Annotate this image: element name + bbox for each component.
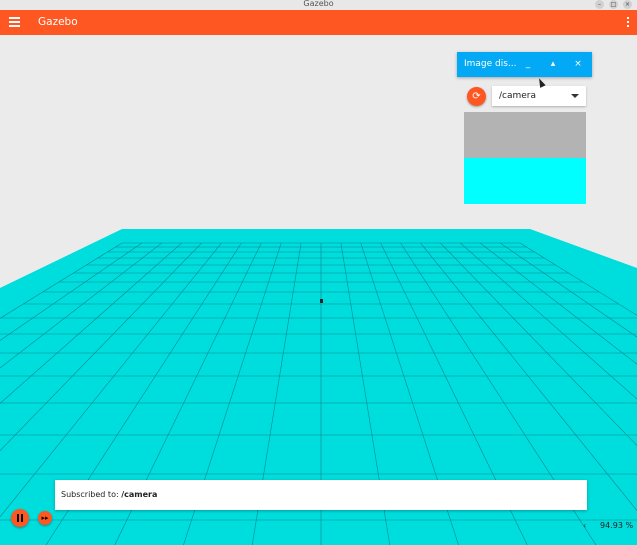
pause-button[interactable] [11, 509, 29, 527]
refresh-icon: ⟳ [472, 91, 481, 102]
status-label: Subscribed to: [61, 490, 122, 499]
more-options-icon[interactable] [627, 17, 630, 29]
image-display-panel-header[interactable]: Image dis... _ ▴ × [457, 52, 592, 77]
minimize-panel-button[interactable]: _ [521, 57, 535, 71]
camera-image [464, 112, 586, 204]
status-bar: Subscribed to: /camera [55, 480, 587, 510]
status-topic: /camera [121, 490, 158, 499]
maximize-window-icon[interactable]: □ [609, 0, 618, 9]
window-titlebar: Gazebo – □ × [0, 0, 637, 10]
camera-image-ground [464, 158, 586, 204]
expand-panel-button[interactable]: ▴ [546, 57, 560, 71]
refresh-topics-button[interactable]: ⟳ [467, 87, 486, 106]
image-display-title: Image dis... [464, 59, 517, 69]
app-bar: Gazebo [0, 10, 637, 35]
topic-select[interactable]: /camera [492, 86, 586, 106]
topic-select-value: /camera [499, 91, 537, 101]
scene-origin-marker [320, 299, 323, 303]
hamburger-menu-icon[interactable] [9, 17, 20, 28]
window-title: Gazebo [303, 0, 334, 8]
close-panel-button[interactable]: × [571, 57, 585, 71]
close-window-icon[interactable]: × [623, 0, 632, 9]
minimize-window-icon[interactable]: – [595, 0, 604, 9]
status-text: Subscribed to: /camera [61, 490, 157, 499]
step-icon: ▸▸ [41, 514, 49, 522]
dropdown-arrow-icon [571, 94, 579, 98]
pause-icon-bar [17, 514, 19, 522]
step-button[interactable]: ▸▸ [38, 511, 52, 525]
rtf-collapse-icon[interactable]: ‹ [583, 521, 586, 530]
camera-image-sky [464, 112, 586, 158]
app-title: Gazebo [38, 16, 78, 28]
pause-icon-bar [21, 514, 23, 522]
real-time-factor: 94.93 % [600, 521, 634, 530]
